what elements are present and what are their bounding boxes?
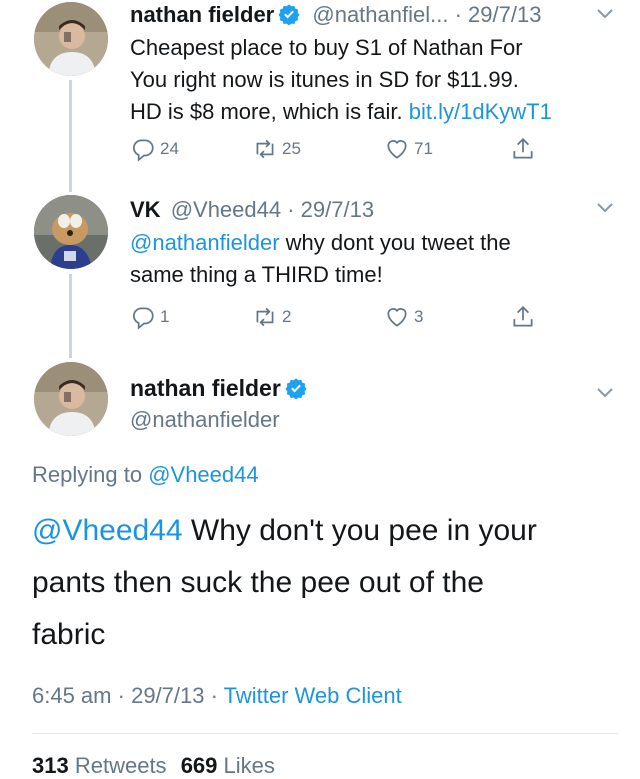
tweet-date[interactable]: 29/7/13 — [131, 683, 204, 708]
tweet-header: VK @Vheed44 · 29/7/13 — [130, 197, 374, 223]
retweets-count: 313 — [32, 753, 69, 778]
retweet-icon — [256, 139, 274, 159]
tweet-text-line: Cheapest place to buy S1 of Nathan For — [130, 35, 523, 60]
replying-to: Replying to @Vheed44 — [32, 462, 259, 488]
share-icon — [513, 138, 533, 159]
tweet-text-line: same thing a THIRD time! — [130, 262, 383, 287]
tweet-header: nathan fielder @nathanfiel... · 29/7/13 — [130, 2, 541, 28]
tweet-text-line: fabric — [32, 618, 106, 651]
main-tweet-text: @Vheed44 Why don't you pee in your pants… — [32, 505, 612, 661]
author-handle[interactable]: @Vheed44 — [171, 197, 281, 222]
tweet-actions: 24 25 71 — [130, 136, 540, 162]
likes-count: 669 — [180, 753, 218, 778]
retweet-button[interactable]: 25 — [252, 136, 384, 162]
replying-label: Replying to — [32, 462, 149, 487]
verified-badge-icon — [285, 377, 307, 400]
verified-badge-icon — [278, 3, 300, 26]
like-count: 3 — [414, 307, 424, 326]
author-name[interactable]: nathan fielder — [130, 375, 281, 401]
tweet-stats: 313 Retweets 669 Likes — [32, 753, 275, 779]
reply-button[interactable]: 24 — [130, 136, 252, 162]
divider — [32, 733, 618, 734]
tweet-meta: 6:45 am · 29/7/13 · Twitter Web Client — [32, 683, 402, 709]
like-count: 71 — [414, 139, 433, 158]
reply-icon — [132, 307, 154, 330]
likes-label: Likes — [223, 753, 275, 778]
author-handle[interactable]: @nathanfiel... — [312, 2, 448, 27]
author-name[interactable]: VK — [130, 197, 161, 222]
reply-icon — [132, 139, 154, 162]
share-button[interactable] — [510, 304, 540, 330]
meta-separator: · — [117, 683, 125, 708]
tweet-text: Cheapest place to buy S1 of Nathan For Y… — [130, 32, 630, 128]
avatar-nathan-fielder[interactable] — [34, 2, 108, 76]
retweet-count: 2 — [282, 307, 292, 326]
tweet-text-line: You right now is itunes in SD for $11.99… — [130, 67, 519, 92]
retweets-label: Retweets — [74, 753, 167, 778]
tweet-text: @nathanfielder why dont you tweet the sa… — [130, 227, 630, 291]
like-button[interactable]: 71 — [384, 136, 510, 162]
reply-button[interactable]: 1 — [130, 304, 252, 330]
reply-count: 1 — [160, 307, 170, 326]
thread-line — [69, 274, 72, 358]
tweet-date[interactable]: · 29/7/13 — [455, 2, 542, 27]
replying-handle-link[interactable]: @Vheed44 — [148, 462, 258, 487]
tweet-text-line: HD is $8 more, which is fair. — [130, 99, 409, 124]
tweet-text-line: pants then suck the pee out of the — [32, 566, 484, 599]
share-button[interactable] — [510, 136, 540, 162]
thread-line — [69, 80, 72, 180]
tweet-link[interactable]: bit.ly/1dKywT1 — [409, 99, 552, 124]
likes-stat[interactable]: 669 Likes — [181, 753, 275, 778]
mention-link[interactable]: @nathanfielder — [130, 230, 280, 255]
author-handle[interactable]: @nathanfielder — [130, 407, 280, 433]
mention-link[interactable]: @Vheed44 — [32, 514, 183, 547]
meta-separator: · — [210, 683, 218, 708]
tweet-text-line: why dont you tweet the — [279, 230, 511, 255]
retweet-count: 25 — [282, 139, 301, 158]
like-button[interactable]: 3 — [384, 304, 510, 330]
chevron-down-icon[interactable] — [596, 8, 614, 20]
tweet-time[interactable]: 6:45 am — [32, 683, 112, 708]
tweet-text-line: Why don't you pee in your — [182, 514, 537, 547]
main-author-name-row: nathan fielder — [130, 375, 307, 402]
author-name[interactable]: nathan fielder — [130, 2, 274, 27]
tweet-client-link[interactable]: Twitter Web Client — [224, 683, 402, 708]
retweet-icon — [256, 307, 274, 327]
chevron-down-icon[interactable] — [596, 387, 614, 399]
tweet-actions: 1 2 3 — [130, 304, 540, 330]
retweets-stat[interactable]: 313 Retweets — [32, 753, 167, 778]
tweet-date[interactable]: · 29/7/13 — [287, 197, 374, 222]
reply-count: 24 — [160, 139, 179, 158]
chevron-down-icon[interactable] — [596, 202, 614, 214]
retweet-button[interactable]: 2 — [252, 304, 384, 330]
like-icon — [387, 308, 407, 327]
thread-line — [69, 180, 72, 192]
like-icon — [387, 140, 407, 159]
avatar-nathan-fielder[interactable] — [34, 362, 108, 436]
share-icon — [513, 306, 533, 327]
avatar-vk[interactable] — [34, 195, 108, 269]
